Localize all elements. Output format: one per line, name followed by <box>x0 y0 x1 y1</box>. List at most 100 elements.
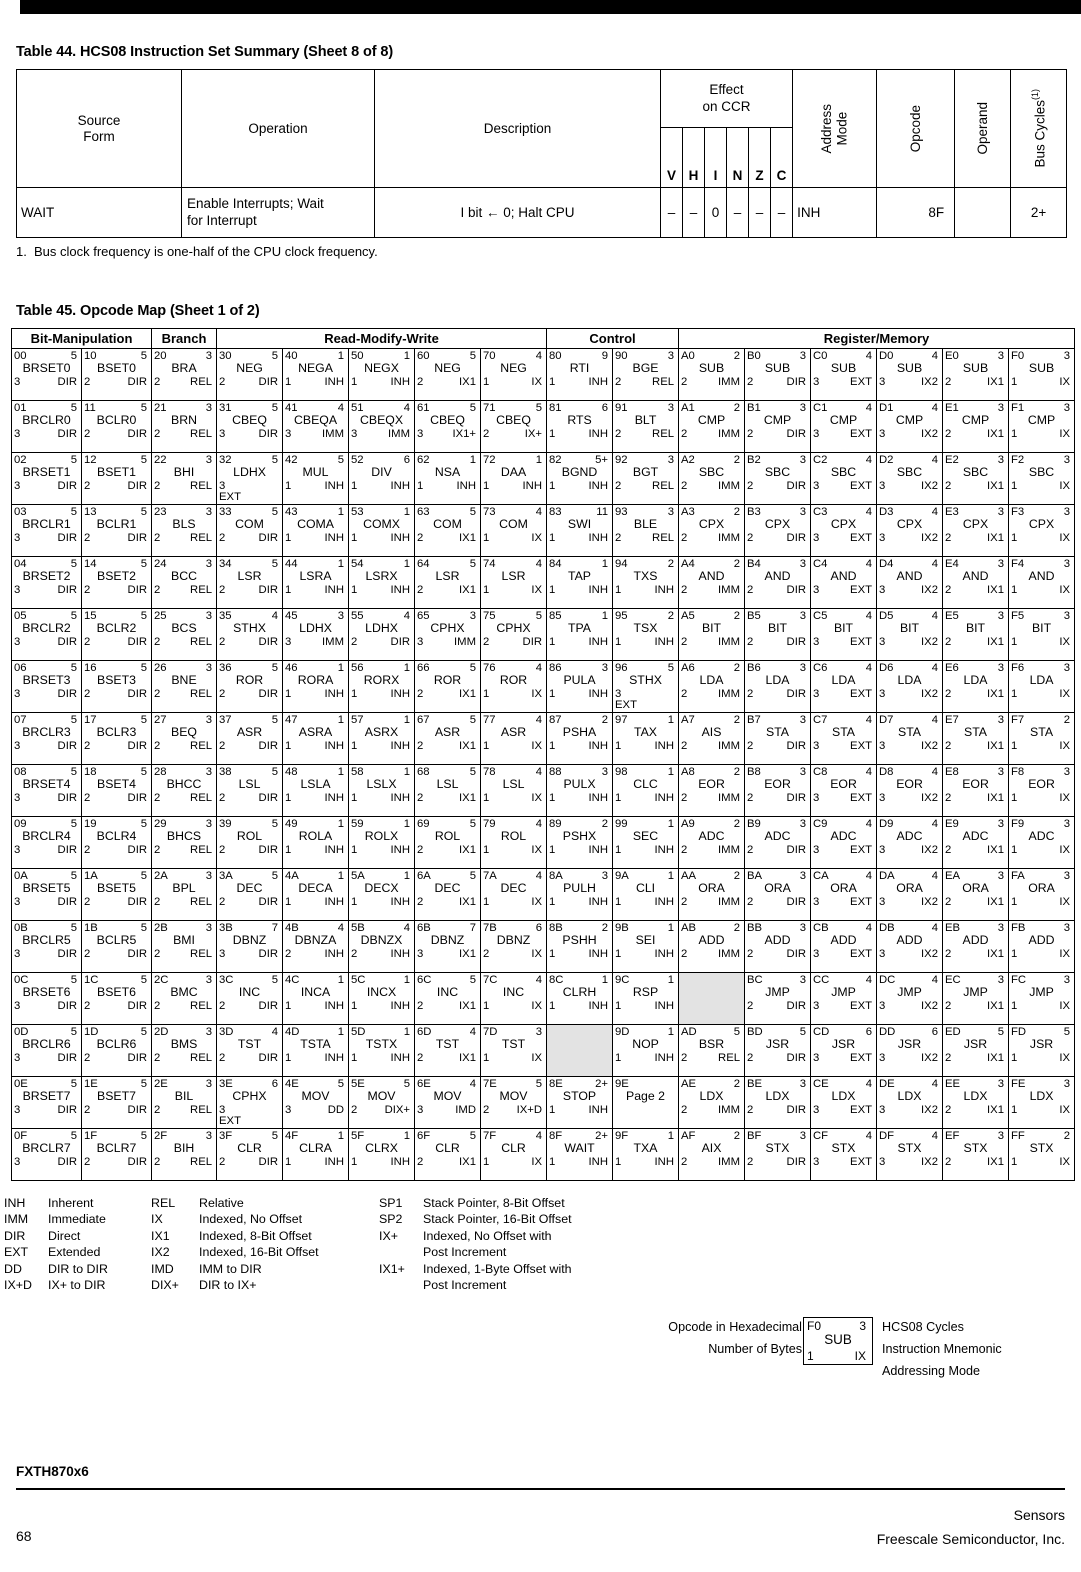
opcode-cycles: 3 <box>997 506 1005 518</box>
opcode-mnemonic: ASRX <box>364 725 399 739</box>
opcode-hex: D0 <box>879 350 894 362</box>
opcode-mnemonic: BLE <box>633 517 658 531</box>
opcode-cycles: 4 <box>865 402 873 414</box>
opcode-addressing-mode: IX <box>1059 792 1071 804</box>
key-label-hcs08-cycles: HCS08 Cycles <box>882 1320 964 1335</box>
opcode-bytes: 2 <box>483 636 490 648</box>
opcode-bytes: 2 <box>154 636 161 648</box>
opcode-hex: B1 <box>747 402 761 414</box>
opcode-hex: 24 <box>154 558 167 570</box>
opcode-hex: D4 <box>879 558 894 570</box>
opcode-cell-96: 96 5 STHX 3 EXT <box>612 660 680 713</box>
opcode-cycles: 3 <box>997 454 1005 466</box>
opcode-hex: 4C <box>285 974 300 986</box>
opcode-bytes: 3 <box>285 636 292 648</box>
opcode-addressing-mode: INH <box>390 844 411 856</box>
opcode-mnemonic: INC <box>502 985 525 999</box>
opcode-cell-10: 10 5 BSET0 2 DIR <box>80 348 153 401</box>
opcode-addressing-mode: INH <box>588 688 609 700</box>
opcode-bytes: 2 <box>945 1104 952 1116</box>
legend-key: DIX+ <box>151 1277 179 1292</box>
opcode-addressing-mode: REL <box>190 792 213 804</box>
opcode-mnemonic: BRSET6 <box>22 985 71 999</box>
opcode-mnemonic: ROL <box>500 829 527 843</box>
opcode-hex: 4E <box>285 1078 299 1090</box>
opcode-cell-28: 28 3 BHCC 2 REL <box>151 764 218 817</box>
opcode-bytes: 2 <box>747 688 754 700</box>
opcode-mnemonic: ROR <box>499 673 528 687</box>
opcode-bytes: 3 <box>351 428 358 440</box>
opcode-cell-34: 34 5 LSR 2 DIR <box>216 556 284 609</box>
opcode-bytes: 3 <box>14 896 21 908</box>
opcode-cycles: 1 <box>667 922 675 934</box>
opcode-addressing-mode: DIR <box>57 376 77 388</box>
opcode-mnemonic: BRCLR7 <box>22 1141 71 1155</box>
legend-key: IX <box>151 1212 163 1227</box>
opcode-cell-CC: CC 4 JMP 3 EXT <box>810 972 878 1025</box>
opcode-cell-0D: 0D 5 BRCLR6 3 DIR <box>11 1024 82 1077</box>
opcode-mnemonic: BRN <box>171 413 197 427</box>
opcode-cell-4E: 4E 5 MOV 3 DD <box>282 1076 350 1129</box>
opcode-addressing-mode: INH <box>390 480 411 492</box>
key-sample-mode: IX <box>854 1349 866 1364</box>
opcode-cycles: 5 <box>70 350 77 362</box>
opcode-hex: 70 <box>483 350 496 362</box>
opcode-cell-A8: A8 2 EOR 2 IMM <box>678 764 746 817</box>
opcode-mnemonic: BRSET1 <box>22 465 71 479</box>
opcode-bytes: 2 <box>945 688 952 700</box>
opcode-mnemonic: BSET4 <box>97 777 136 791</box>
opcode-addressing-mode-cont: EXT <box>615 699 637 711</box>
opcode-addressing-mode: IX <box>1059 584 1071 596</box>
opcode-addressing-mode: IX <box>531 584 543 596</box>
opcode-cell-8F: 8F 2+ WAIT 1 INH <box>546 1128 614 1181</box>
opcode-mnemonic: ADC <box>830 829 857 843</box>
opcode-addressing-mode: IX <box>1059 844 1071 856</box>
opcode-cycles: 3 <box>667 454 675 466</box>
opcode-cycles: 5 <box>140 1130 148 1142</box>
opcode-cycles: 1 <box>337 974 345 986</box>
opcode-cell-02: 02 5 BRSET1 3 DIR <box>11 452 82 505</box>
opcode-mnemonic: INCA <box>300 985 331 999</box>
opcode-cell-37: 37 5 ASR 2 DIR <box>216 712 284 765</box>
opcode-bytes: 2 <box>945 896 952 908</box>
opcode-cell-EA: EA 3 ORA 2 IX1 <box>942 868 1010 921</box>
opcode-bytes: 3 <box>285 428 292 440</box>
opcode-cell-1E: 1E 5 BSET7 2 DIR <box>80 1076 153 1129</box>
opcode-bytes: 1 <box>1011 1156 1018 1168</box>
opcode-cycles: 5 <box>469 662 477 674</box>
opcode-cycles: 5 <box>535 610 543 622</box>
opcode-cell-78: 78 4 LSL 1 IX <box>480 764 548 817</box>
opcode-bytes: 2 <box>615 428 622 440</box>
opcode-mnemonic: TST <box>501 1037 526 1051</box>
opcode-bytes: 2 <box>154 1156 161 1168</box>
legend-value: IX+ to DIR <box>48 1277 106 1292</box>
opcode-addressing-mode: DIR <box>127 636 148 648</box>
header-bus-cycles-footnote-ref: (1) <box>1029 89 1040 101</box>
opcode-mnemonic: LDA <box>831 673 856 687</box>
opcode-addressing-mode: EXT <box>850 1000 873 1012</box>
opcode-mnemonic: EOR <box>962 777 989 791</box>
opcode-mnemonic: MOV <box>499 1089 528 1103</box>
opcode-cycles: 3 <box>205 714 213 726</box>
opcode-cell-62: 62 1 NSA 1 INH <box>414 452 482 505</box>
opcode-bytes: 2 <box>615 532 622 544</box>
opcode-mnemonic: ROL <box>434 829 461 843</box>
opcode-cycles: 5 <box>140 454 148 466</box>
opcode-cell-39: 39 5 ROL 2 DIR <box>216 816 284 869</box>
opcode-hex: 3B <box>219 922 233 934</box>
opcode-cell-17: 17 5 BCLR3 2 DIR <box>80 712 153 765</box>
opcode-cycles: 3 <box>205 818 213 830</box>
opcode-cycles: 5 <box>140 1078 148 1090</box>
legend-key <box>379 1277 423 1293</box>
opcode-cell-6D: 6D 4 TST 2 IX1 <box>414 1024 482 1077</box>
opcode-cell-2C: 2C 3 BMC 2 REL <box>151 972 218 1025</box>
opcode-hex: 87 <box>549 714 562 726</box>
opcode-cell-AD: AD 5 BSR 2 REL <box>678 1024 746 1077</box>
opcode-hex: 1F <box>84 1130 98 1142</box>
legend-value: Extended <box>48 1245 101 1260</box>
opcode-cell-50: 50 1 NEGX 1 INH <box>348 348 416 401</box>
opcode-bytes: 1 <box>549 740 556 752</box>
opcode-addressing-mode: EXT <box>850 896 873 908</box>
opcode-hex: 97 <box>615 714 628 726</box>
opcode-addressing-mode: DIR <box>57 428 77 440</box>
